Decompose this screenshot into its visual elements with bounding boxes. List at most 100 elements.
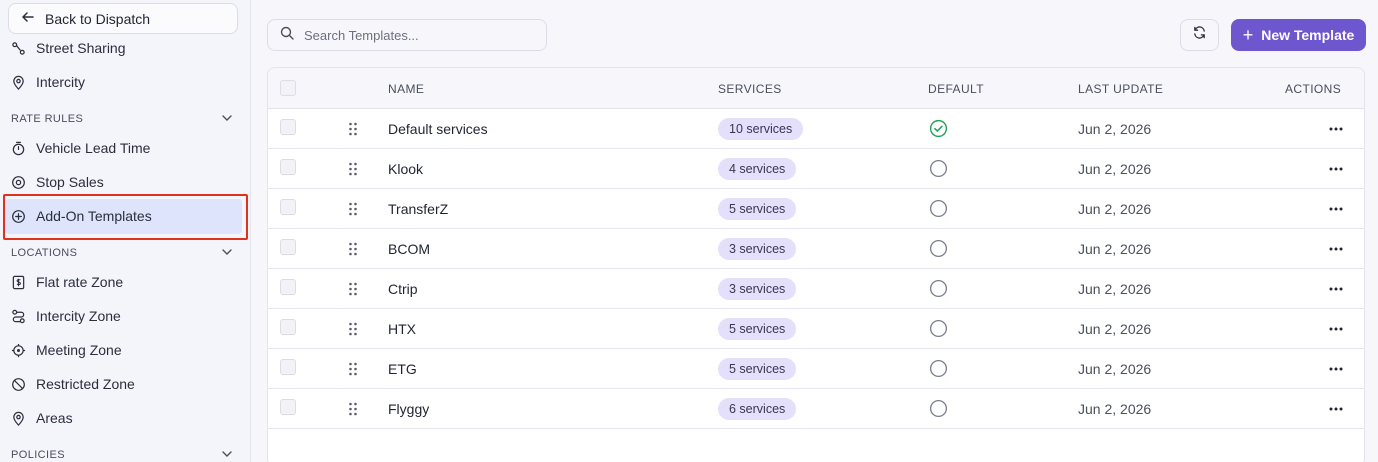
more-actions-icon[interactable] (1328, 159, 1344, 179)
default-radio-icon[interactable] (929, 399, 948, 418)
table-row[interactable]: HTX 5 services Jun 2, 2026 (268, 309, 1364, 349)
table-row[interactable]: Klook 4 services Jun 2, 2026 (268, 149, 1364, 189)
row-checkbox[interactable] (280, 279, 296, 295)
map-pin-icon (11, 411, 26, 426)
services-badge: 6 services (718, 398, 797, 420)
arrow-left-icon (21, 10, 35, 27)
drag-handle-icon[interactable] (348, 362, 358, 376)
drag-handle-icon[interactable] (348, 162, 358, 176)
default-radio-icon[interactable] (929, 279, 948, 298)
column-header-last-update[interactable]: LAST UPDATE (1078, 82, 1163, 96)
services-badge: 5 services (718, 318, 797, 340)
services-badge: 3 services (718, 238, 797, 260)
drag-handle-icon[interactable] (348, 402, 358, 416)
section-heading: LOCATIONS (11, 247, 78, 259)
new-template-button[interactable]: + New Template (1231, 19, 1366, 51)
table-row[interactable]: ETG 5 services Jun 2, 2026 (268, 349, 1364, 389)
row-checkbox[interactable] (280, 319, 296, 335)
default-radio-icon[interactable] (929, 359, 948, 378)
services-badge: 5 services (718, 198, 797, 220)
column-header-name[interactable]: NAME (388, 82, 424, 96)
table-row[interactable]: Default services 10 services Jun 2, 2026 (268, 109, 1364, 149)
row-checkbox[interactable] (280, 399, 296, 415)
template-name[interactable]: BCOM (388, 241, 430, 257)
column-header-default[interactable]: DEFAULT (928, 82, 984, 96)
drag-handle-icon[interactable] (348, 202, 358, 216)
column-header-actions: ACTIONS (1285, 82, 1342, 96)
row-checkbox[interactable] (280, 159, 296, 175)
row-checkbox[interactable] (280, 119, 296, 135)
refresh-icon (1192, 25, 1207, 45)
sidebar-item-label: Stop Sales (36, 174, 104, 190)
drag-handle-icon[interactable] (348, 282, 358, 296)
crosshair-icon (11, 343, 26, 358)
main-content: + New Template NAME SERVICES DEFAULT LAS… (251, 0, 1378, 462)
section-heading: POLICIES (11, 449, 65, 461)
last-update-date: Jun 2, 2026 (1078, 161, 1152, 177)
plus-icon: + (1242, 25, 1254, 45)
sidebar-item-label: Intercity (36, 74, 86, 90)
table-row[interactable]: Ctrip 3 services Jun 2, 2026 (268, 269, 1364, 309)
more-actions-icon[interactable] (1328, 399, 1344, 419)
refresh-button[interactable] (1180, 19, 1219, 51)
services-badge: 4 services (718, 158, 797, 180)
sidebar-item-meeting-zone[interactable]: Meeting Zone (11, 339, 231, 361)
row-checkbox[interactable] (280, 239, 296, 255)
more-actions-icon[interactable] (1328, 359, 1344, 379)
sidebar-item-restricted-zone[interactable]: Restricted Zone (11, 373, 231, 395)
sidebar-item-vehicle-lead-time[interactable]: Vehicle Lead Time (11, 137, 231, 159)
default-radio-icon[interactable] (929, 319, 948, 338)
table-row[interactable]: BCOM 3 services Jun 2, 2026 (268, 229, 1364, 269)
sidebar-item-stop-sales[interactable]: Stop Sales (11, 171, 231, 193)
more-actions-icon[interactable] (1328, 279, 1344, 299)
sidebar-item-label: Meeting Zone (36, 342, 122, 358)
template-name[interactable]: HTX (388, 321, 416, 337)
more-actions-icon[interactable] (1328, 199, 1344, 219)
template-name[interactable]: TransferZ (388, 201, 448, 217)
default-check-icon[interactable] (929, 119, 948, 138)
template-name[interactable]: Default services (388, 121, 488, 137)
back-to-dispatch-button[interactable]: Back to Dispatch (8, 3, 238, 34)
default-radio-icon[interactable] (929, 159, 948, 178)
search-box[interactable] (267, 19, 547, 51)
table-row[interactable]: TransferZ 5 services Jun 2, 2026 (268, 189, 1364, 229)
table-row[interactable]: Flyggy 6 services Jun 2, 2026 (268, 389, 1364, 429)
sidebar: Back to Dispatch Street Sharing Intercit… (0, 0, 251, 462)
sidebar-item-intercity-zone[interactable]: Intercity Zone (11, 305, 231, 327)
drag-handle-icon[interactable] (348, 122, 358, 136)
sidebar-item-street-sharing[interactable]: Street Sharing (11, 37, 231, 59)
section-policies[interactable]: POLICIES (11, 447, 233, 462)
row-checkbox[interactable] (280, 359, 296, 375)
drag-handle-icon[interactable] (348, 242, 358, 256)
chevron-down-icon (221, 112, 233, 127)
select-all-checkbox[interactable] (280, 80, 296, 96)
sidebar-item-areas[interactable]: Areas (11, 407, 231, 429)
section-rate-rules[interactable]: RATE RULES (11, 111, 233, 127)
new-template-label: New Template (1261, 27, 1355, 43)
search-icon (280, 26, 294, 45)
sidebar-item-add-on-templates[interactable]: Add-On Templates (11, 205, 231, 227)
default-radio-icon[interactable] (929, 239, 948, 258)
more-actions-icon[interactable] (1328, 239, 1344, 259)
last-update-date: Jun 2, 2026 (1078, 241, 1152, 257)
template-name[interactable]: Klook (388, 161, 423, 177)
sidebar-item-label: Flat rate Zone (36, 274, 124, 290)
sidebar-item-intercity[interactable]: Intercity (11, 71, 231, 93)
last-update-date: Jun 2, 2026 (1078, 401, 1152, 417)
sidebar-item-flat-rate-zone[interactable]: Flat rate Zone (11, 271, 231, 293)
default-radio-icon[interactable] (929, 199, 948, 218)
template-name[interactable]: Ctrip (388, 281, 418, 297)
drag-handle-icon[interactable] (348, 322, 358, 336)
stop-circle-icon (11, 175, 26, 190)
more-actions-icon[interactable] (1328, 319, 1344, 339)
section-locations[interactable]: LOCATIONS (11, 245, 233, 261)
column-header-services[interactable]: SERVICES (718, 82, 782, 96)
template-name[interactable]: ETG (388, 361, 417, 377)
section-heading: RATE RULES (11, 113, 84, 125)
template-name[interactable]: Flyggy (388, 401, 429, 417)
stopwatch-icon (11, 141, 26, 156)
sidebar-item-label: Intercity Zone (36, 308, 121, 324)
row-checkbox[interactable] (280, 199, 296, 215)
search-input[interactable] (304, 27, 524, 43)
more-actions-icon[interactable] (1328, 119, 1344, 139)
